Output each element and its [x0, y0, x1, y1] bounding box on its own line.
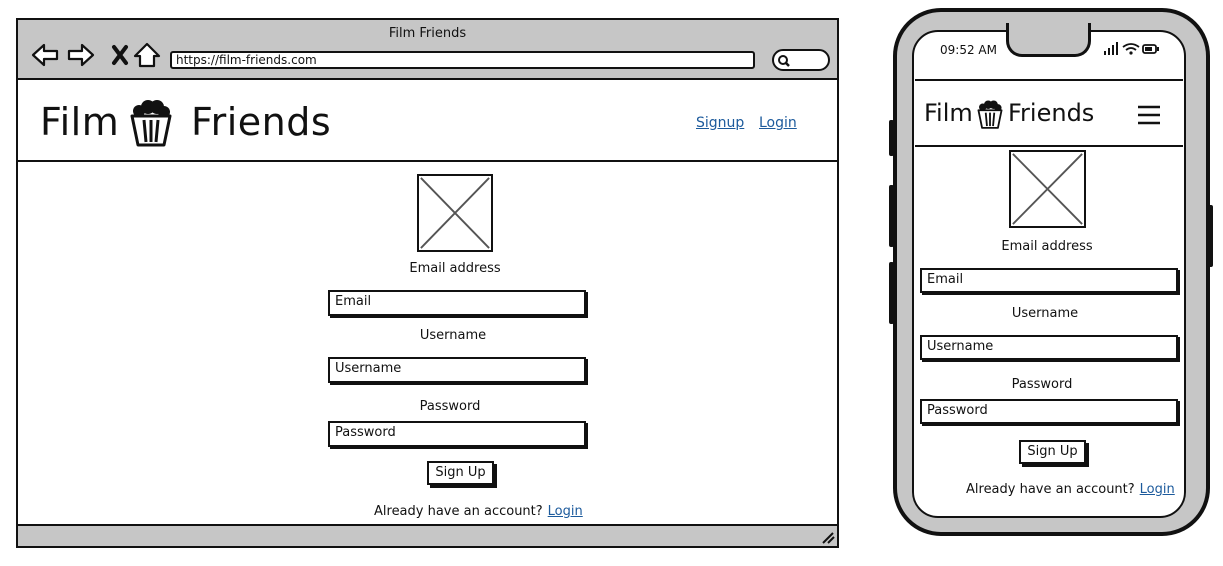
email-field[interactable]: Email: [328, 290, 586, 316]
brand-name-right: Friends: [191, 100, 332, 144]
login-prompt-text: Already have an account?: [374, 504, 543, 519]
password-label: Password: [419, 399, 481, 414]
password-field[interactable]: Password: [328, 421, 586, 447]
login-prompt: Already have an account? Login: [374, 504, 583, 519]
mobile-username-field[interactable]: Username: [920, 335, 1178, 360]
browser-status-bar: [18, 524, 837, 546]
forward-arrow-icon[interactable]: [66, 42, 96, 68]
status-icons: [1104, 42, 1159, 55]
mobile-login-prompt-link[interactable]: Login: [1140, 482, 1175, 497]
login-prompt-link[interactable]: Login: [548, 504, 583, 519]
email-label: Email address: [409, 261, 501, 276]
address-bar[interactable]: https://film-friends.com: [170, 51, 755, 69]
username-field[interactable]: Username: [328, 357, 586, 383]
username-label: Username: [419, 328, 487, 343]
signup-link[interactable]: Signup: [696, 115, 744, 131]
browser-search-box[interactable]: [772, 49, 830, 71]
mobile-email-label: Email address: [1001, 239, 1093, 254]
phone-side-button: [889, 120, 894, 156]
desktop-browser-window: Film Friends https://film-friends.com Fi…: [16, 18, 839, 548]
mobile-password-label: Password: [1011, 377, 1073, 392]
mobile-email-field[interactable]: Email: [920, 268, 1178, 293]
popcorn-icon: [977, 100, 1003, 129]
image-placeholder-icon: [417, 174, 493, 252]
sign-up-button[interactable]: Sign Up: [427, 461, 494, 485]
status-time: 09:52 AM: [940, 43, 997, 57]
phone-volume-down: [889, 262, 894, 324]
mobile-username-label: Username: [1011, 306, 1079, 321]
search-icon: [778, 55, 790, 67]
browser-chrome: Film Friends https://film-friends.com: [18, 20, 837, 80]
signal-icon: [1104, 42, 1118, 55]
mobile-login-prompt-text: Already have an account?: [966, 482, 1135, 497]
image-placeholder-icon: [1009, 150, 1086, 228]
resize-grip-icon[interactable]: [821, 532, 835, 544]
mobile-brand-name-left: Film: [924, 99, 973, 127]
wifi-icon: [1122, 43, 1140, 55]
popcorn-icon: [130, 100, 172, 147]
mobile-sign-up-button[interactable]: Sign Up: [1019, 440, 1086, 464]
mobile-brand-name-right: Friends: [1008, 99, 1095, 127]
mobile-site-header: Film Friends: [915, 79, 1183, 147]
site-header: Film Friends Signup Login: [18, 80, 837, 162]
home-icon[interactable]: [132, 42, 162, 68]
back-arrow-icon[interactable]: [30, 42, 60, 68]
login-link[interactable]: Login: [759, 115, 797, 131]
phone-volume-up: [889, 185, 894, 247]
mobile-password-field[interactable]: Password: [920, 399, 1178, 424]
window-title: Film Friends: [388, 26, 467, 41]
phone-notch: [1006, 23, 1091, 57]
mobile-login-prompt: Already have an account? Login: [966, 482, 1175, 497]
battery-icon: [1142, 44, 1159, 54]
phone-power-button: [1208, 205, 1213, 267]
brand-name-left: Film: [40, 100, 120, 144]
hamburger-menu-icon[interactable]: [1137, 105, 1161, 125]
